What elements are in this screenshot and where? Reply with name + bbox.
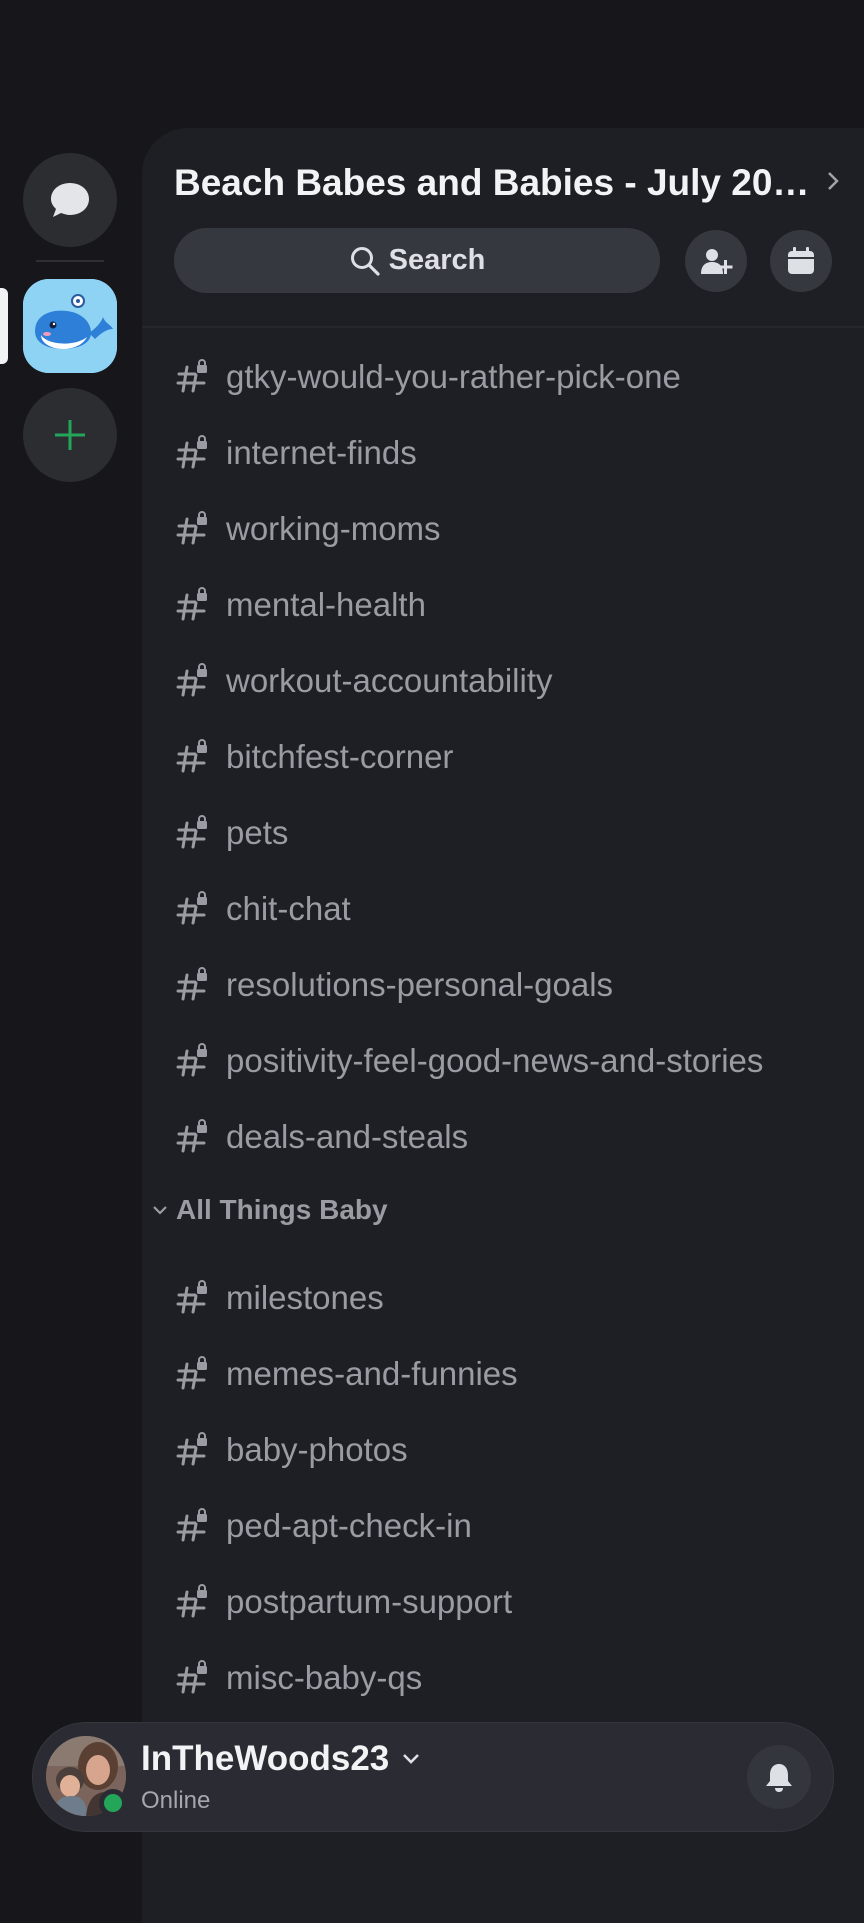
channel-name: working-moms: [226, 510, 441, 547]
channel-item[interactable]: baby-photos: [176, 1420, 856, 1480]
locked-channel-hash-icon: [176, 1432, 207, 1466]
channel-item[interactable]: workout-accountability: [176, 651, 856, 711]
channel-item[interactable]: pets: [176, 803, 856, 863]
channel-panel: Beach Babes and Babies - July 202... Sea…: [142, 128, 864, 1923]
channel-name: gtky-would-you-rather-pick-one: [226, 358, 681, 395]
locked-channel-hash-icon: [176, 663, 207, 697]
username: InTheWoods23: [141, 1739, 390, 1778]
channel-name: bitchfest-corner: [226, 738, 454, 775]
user-panel[interactable]: InTheWoods23 Online: [32, 1722, 834, 1832]
channel-name: pets: [226, 814, 289, 851]
rail-separator: [36, 260, 104, 262]
search-icon: [350, 246, 380, 276]
chat-bubble-icon: [51, 183, 89, 217]
selected-server-indicator: [0, 288, 8, 364]
locked-channel-hash-icon: [176, 1508, 207, 1542]
header-divider: [142, 326, 864, 328]
channel-name: chit-chat: [226, 890, 351, 927]
add-server-button[interactable]: [23, 388, 117, 482]
channel-item[interactable]: misc-baby-qs: [176, 1648, 856, 1708]
online-status-indicator: [99, 1789, 127, 1817]
channel-item[interactable]: positivity-feel-good-news-and-stories: [176, 1031, 856, 1091]
locked-channel-hash-icon: [176, 1280, 207, 1314]
channel-item[interactable]: milestones: [176, 1268, 856, 1328]
locked-channel-hash-icon: [176, 587, 207, 621]
whale-server-icon: [23, 279, 117, 373]
channel-item[interactable]: bitchfest-corner: [176, 727, 856, 787]
channel-name: milestones: [226, 1279, 384, 1316]
search-button[interactable]: Search: [174, 228, 660, 293]
channel-name: misc-baby-qs: [226, 1659, 423, 1696]
chevron-right-icon: [826, 170, 840, 196]
channel-name: memes-and-funnies: [226, 1355, 518, 1392]
events-button[interactable]: [770, 230, 832, 292]
invite-members-button[interactable]: [685, 230, 747, 292]
locked-channel-hash-icon: [176, 1584, 207, 1618]
bell-icon: [766, 1764, 792, 1792]
channel-name: resolutions-personal-goals: [226, 966, 614, 1003]
locked-channel-hash-icon: [176, 967, 207, 1001]
channel-name: workout-accountability: [226, 662, 553, 699]
plus-icon: [55, 420, 85, 450]
server-rail: [0, 0, 140, 1923]
locked-channel-hash-icon: [176, 1356, 207, 1390]
add-user-icon: [701, 249, 733, 274]
calendar-icon: [788, 247, 814, 274]
channel-item[interactable]: resolutions-personal-goals: [176, 955, 856, 1015]
user-status-text: Online: [141, 1787, 211, 1814]
notifications-button[interactable]: [747, 1745, 811, 1809]
channel-name: mental-health: [226, 586, 426, 623]
channel-item[interactable]: postpartum-support: [176, 1572, 856, 1632]
locked-channel-hash-icon: [176, 815, 207, 849]
locked-channel-hash-icon: [176, 511, 207, 545]
channel-name: ped-apt-check-in: [226, 1507, 472, 1544]
channel-item[interactable]: ped-apt-check-in: [176, 1496, 856, 1556]
guild-name: Beach Babes and Babies - July 202...: [174, 162, 814, 203]
category-label: All Things Baby: [176, 1194, 388, 1225]
direct-messages-button[interactable]: [23, 153, 117, 247]
guild-header[interactable]: Beach Babes and Babies - July 202...: [174, 162, 854, 204]
locked-channel-hash-icon: [176, 739, 207, 773]
channel-item[interactable]: mental-health: [176, 575, 856, 635]
channel-name: baby-photos: [226, 1431, 408, 1468]
channel-item[interactable]: deals-and-steals: [176, 1107, 856, 1167]
locked-channel-hash-icon: [176, 891, 207, 925]
locked-channel-hash-icon: [176, 1660, 207, 1694]
locked-channel-hash-icon: [176, 1043, 207, 1077]
channel-item[interactable]: chit-chat: [176, 879, 856, 939]
locked-channel-hash-icon: [176, 435, 207, 469]
locked-channel-hash-icon: [176, 1119, 207, 1153]
category-all-things-baby[interactable]: All Things Baby: [152, 1194, 388, 1226]
channel-name: postpartum-support: [226, 1583, 513, 1620]
server-icon-beach-babes[interactable]: [23, 279, 117, 373]
chevron-down-icon: [153, 1206, 167, 1215]
channel-name: internet-finds: [226, 434, 417, 471]
channel-name: positivity-feel-good-news-and-stories: [226, 1042, 764, 1079]
chevron-down-icon: [403, 1754, 420, 1764]
channel-name: deals-and-steals: [226, 1118, 469, 1155]
search-label: Search: [388, 244, 486, 276]
locked-channel-hash-icon: [176, 359, 207, 393]
channel-item[interactable]: gtky-would-you-rather-pick-one: [176, 347, 856, 407]
username-row[interactable]: InTheWoods23: [141, 1739, 421, 1779]
channel-item[interactable]: internet-finds: [176, 423, 856, 483]
channel-item[interactable]: working-moms: [176, 499, 856, 559]
channel-item[interactable]: memes-and-funnies: [176, 1344, 856, 1404]
